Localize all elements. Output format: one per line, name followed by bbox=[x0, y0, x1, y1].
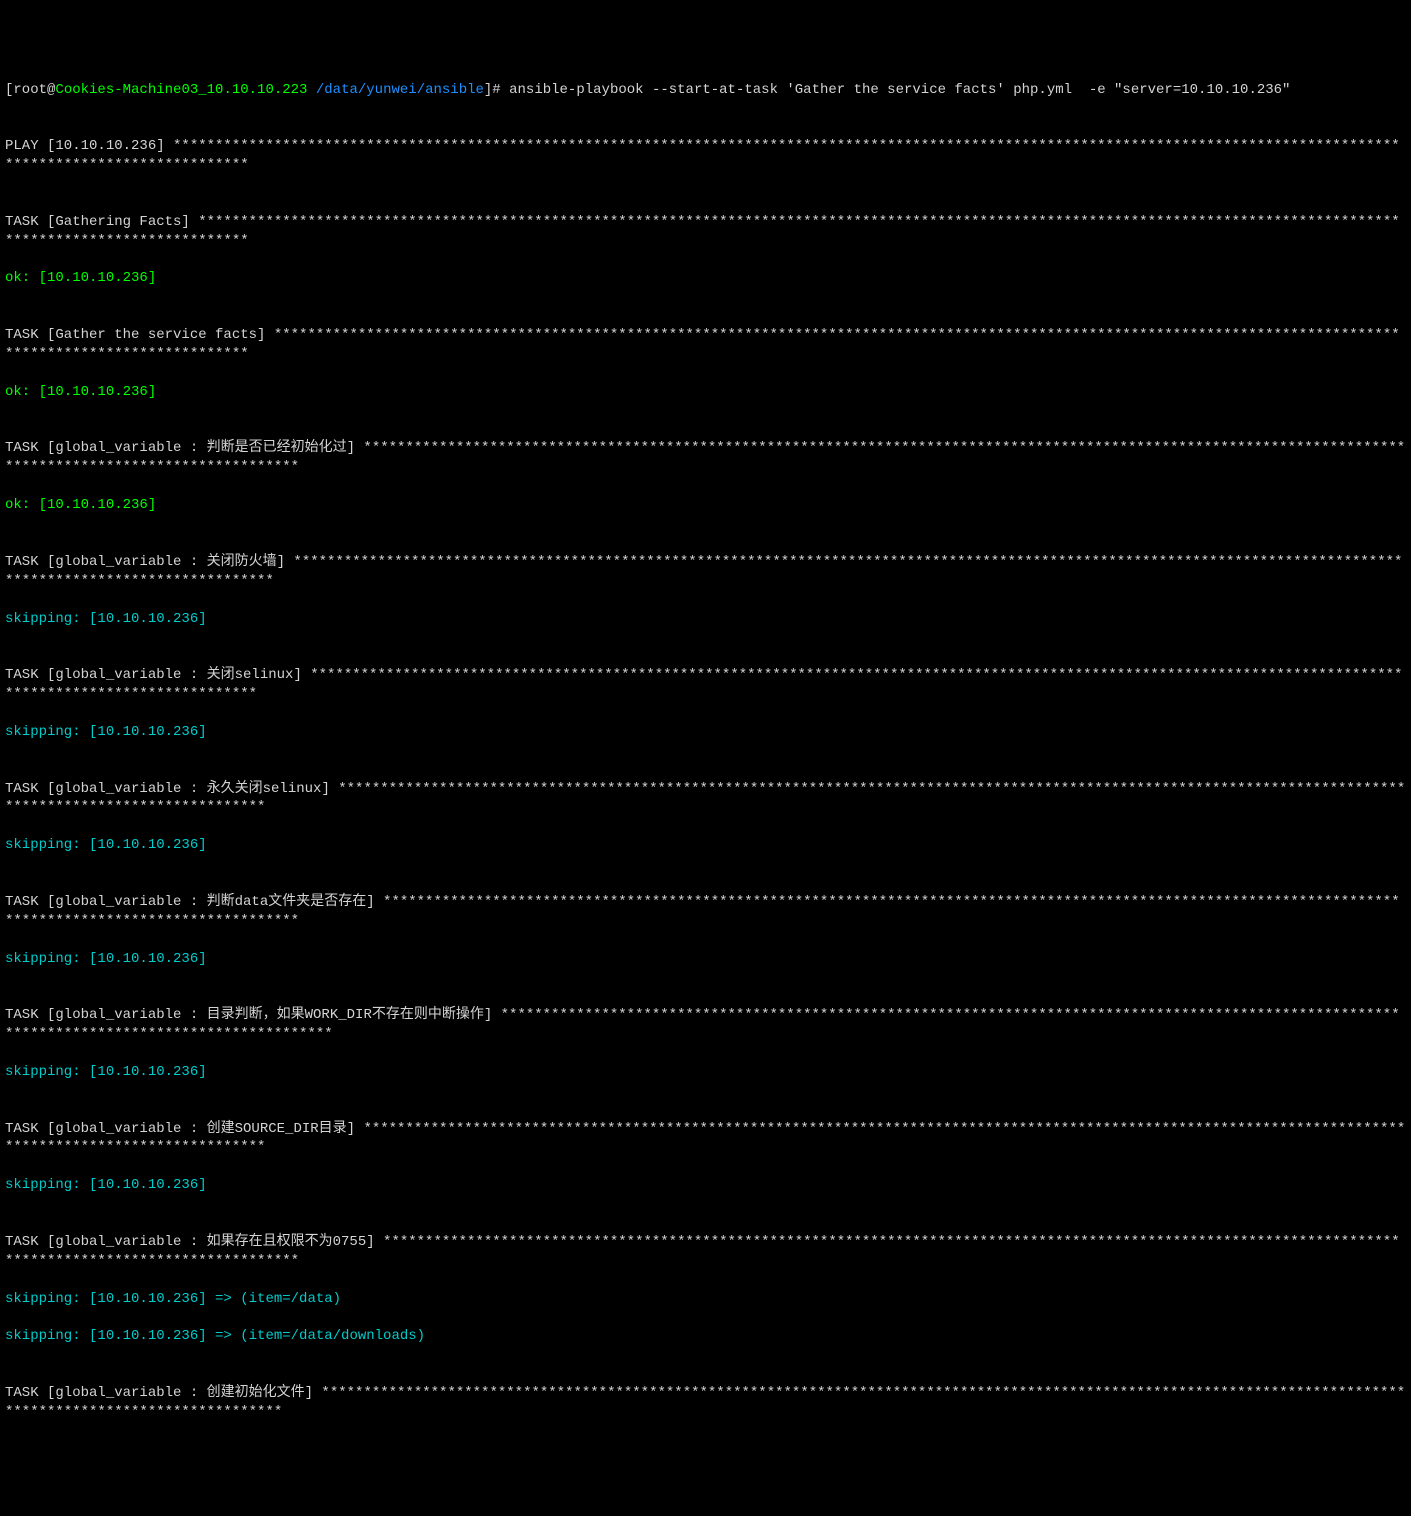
task-perm-selinux: TASK [global_variable : 永久关闭selinux] ***… bbox=[5, 780, 1406, 818]
skipping-status: skipping: [10.10.10.236] bbox=[5, 836, 1406, 855]
skipping-status: skipping: [10.10.10.236] bbox=[5, 950, 1406, 969]
skipping-status: skipping: [10.10.10.236] bbox=[5, 723, 1406, 742]
task-gathering-facts: TASK [Gathering Facts] *****************… bbox=[5, 213, 1406, 251]
machine-name: Cookies-Machine03_10.10.10.223 bbox=[55, 82, 307, 98]
skipping-status: skipping: [10.10.10.236] bbox=[5, 1063, 1406, 1082]
play-header: PLAY [10.10.10.236] ********************… bbox=[5, 137, 1406, 175]
skipping-status: skipping: [10.10.10.236] bbox=[5, 1176, 1406, 1195]
skipping-status-item: skipping: [10.10.10.236] => (item=/data/… bbox=[5, 1327, 1406, 1346]
ok-status: ok: [10.10.10.236] bbox=[5, 269, 1406, 288]
ok-status: ok: [10.10.10.236] bbox=[5, 383, 1406, 402]
task-firewall: TASK [global_variable : 关闭防火墙] *********… bbox=[5, 553, 1406, 591]
bracket-close: ]# bbox=[484, 82, 509, 98]
task-data-folder: TASK [global_variable : 判断data文件夹是否存在] *… bbox=[5, 893, 1406, 931]
space bbox=[307, 82, 315, 98]
task-init-check: TASK [global_variable : 判断是否已经初始化过] ****… bbox=[5, 439, 1406, 477]
terminal-output[interactable]: [root@Cookies-Machine03_10.10.10.223 /da… bbox=[5, 81, 1406, 1422]
user: root@ bbox=[13, 82, 55, 98]
command: ansible-playbook --start-at-task 'Gather… bbox=[509, 82, 1290, 98]
task-selinux: TASK [global_variable : 关闭selinux] *****… bbox=[5, 666, 1406, 704]
skipping-status: skipping: [10.10.10.236] bbox=[5, 610, 1406, 629]
skipping-status-item: skipping: [10.10.10.236] => (item=/data) bbox=[5, 1290, 1406, 1309]
path: /data/yunwei/ansible bbox=[316, 82, 484, 98]
task-service-facts: TASK [Gather the service facts] ********… bbox=[5, 326, 1406, 364]
ok-status: ok: [10.10.10.236] bbox=[5, 496, 1406, 515]
task-workdir: TASK [global_variable : 目录判断，如果WORK_DIR不… bbox=[5, 1006, 1406, 1044]
task-create-init: TASK [global_variable : 创建初始化文件] *******… bbox=[5, 1384, 1406, 1422]
task-permissions: TASK [global_variable : 如果存在且权限不为0755] *… bbox=[5, 1233, 1406, 1271]
prompt-line: [root@Cookies-Machine03_10.10.10.223 /da… bbox=[5, 81, 1406, 100]
task-sourcedir: TASK [global_variable : 创建SOURCE_DIR目录] … bbox=[5, 1120, 1406, 1158]
